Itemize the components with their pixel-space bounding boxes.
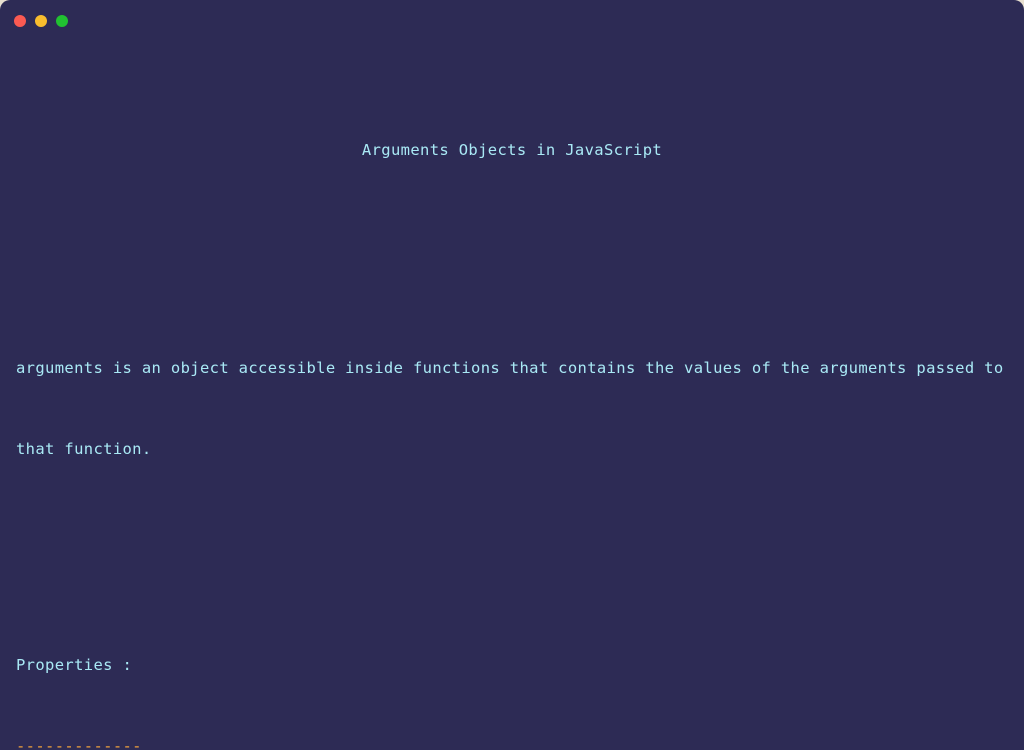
- close-button[interactable]: [14, 15, 26, 27]
- intro-line-1: arguments is an object accessible inside…: [16, 359, 1004, 377]
- properties-divider: -------------: [16, 737, 142, 750]
- terminal-window: Arguments Objects in JavaScript argument…: [0, 0, 1024, 750]
- intro-line-2: that function.: [16, 440, 152, 458]
- terminal-content: Arguments Objects in JavaScript argument…: [0, 42, 1024, 750]
- maximize-button[interactable]: [56, 15, 68, 27]
- window-titlebar: [0, 0, 1024, 42]
- page-title: Arguments Objects in JavaScript: [361, 141, 663, 159]
- properties-heading: Properties :: [16, 656, 133, 674]
- minimize-button[interactable]: [35, 15, 47, 27]
